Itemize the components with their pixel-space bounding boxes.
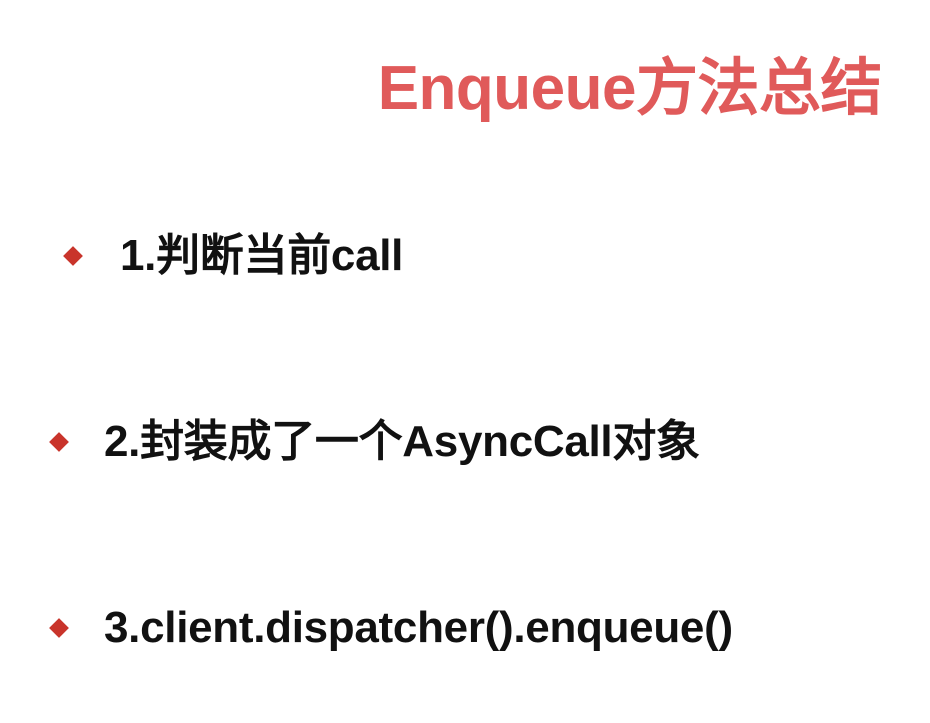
bullet-item-3: 3.client.dispatcher().enqueue(): [49, 603, 733, 652]
diamond-bullet-icon: [49, 432, 69, 452]
slide: Enqueue方法总结 1.判断当前call 2.封装成了一个AsyncCall…: [0, 0, 930, 723]
bullet-item-1: 1.判断当前call: [63, 231, 404, 280]
diamond-bullet-icon: [63, 246, 83, 266]
bullet-text: 1.判断当前call: [120, 231, 404, 280]
diamond-bullet-icon: [49, 618, 69, 638]
bullet-text: 3.client.dispatcher().enqueue(): [104, 603, 733, 652]
bullet-item-2: 2.封装成了一个AsyncCall对象: [49, 417, 700, 466]
slide-title: Enqueue方法总结: [377, 54, 883, 123]
bullet-text: 2.封装成了一个AsyncCall对象: [104, 417, 700, 466]
